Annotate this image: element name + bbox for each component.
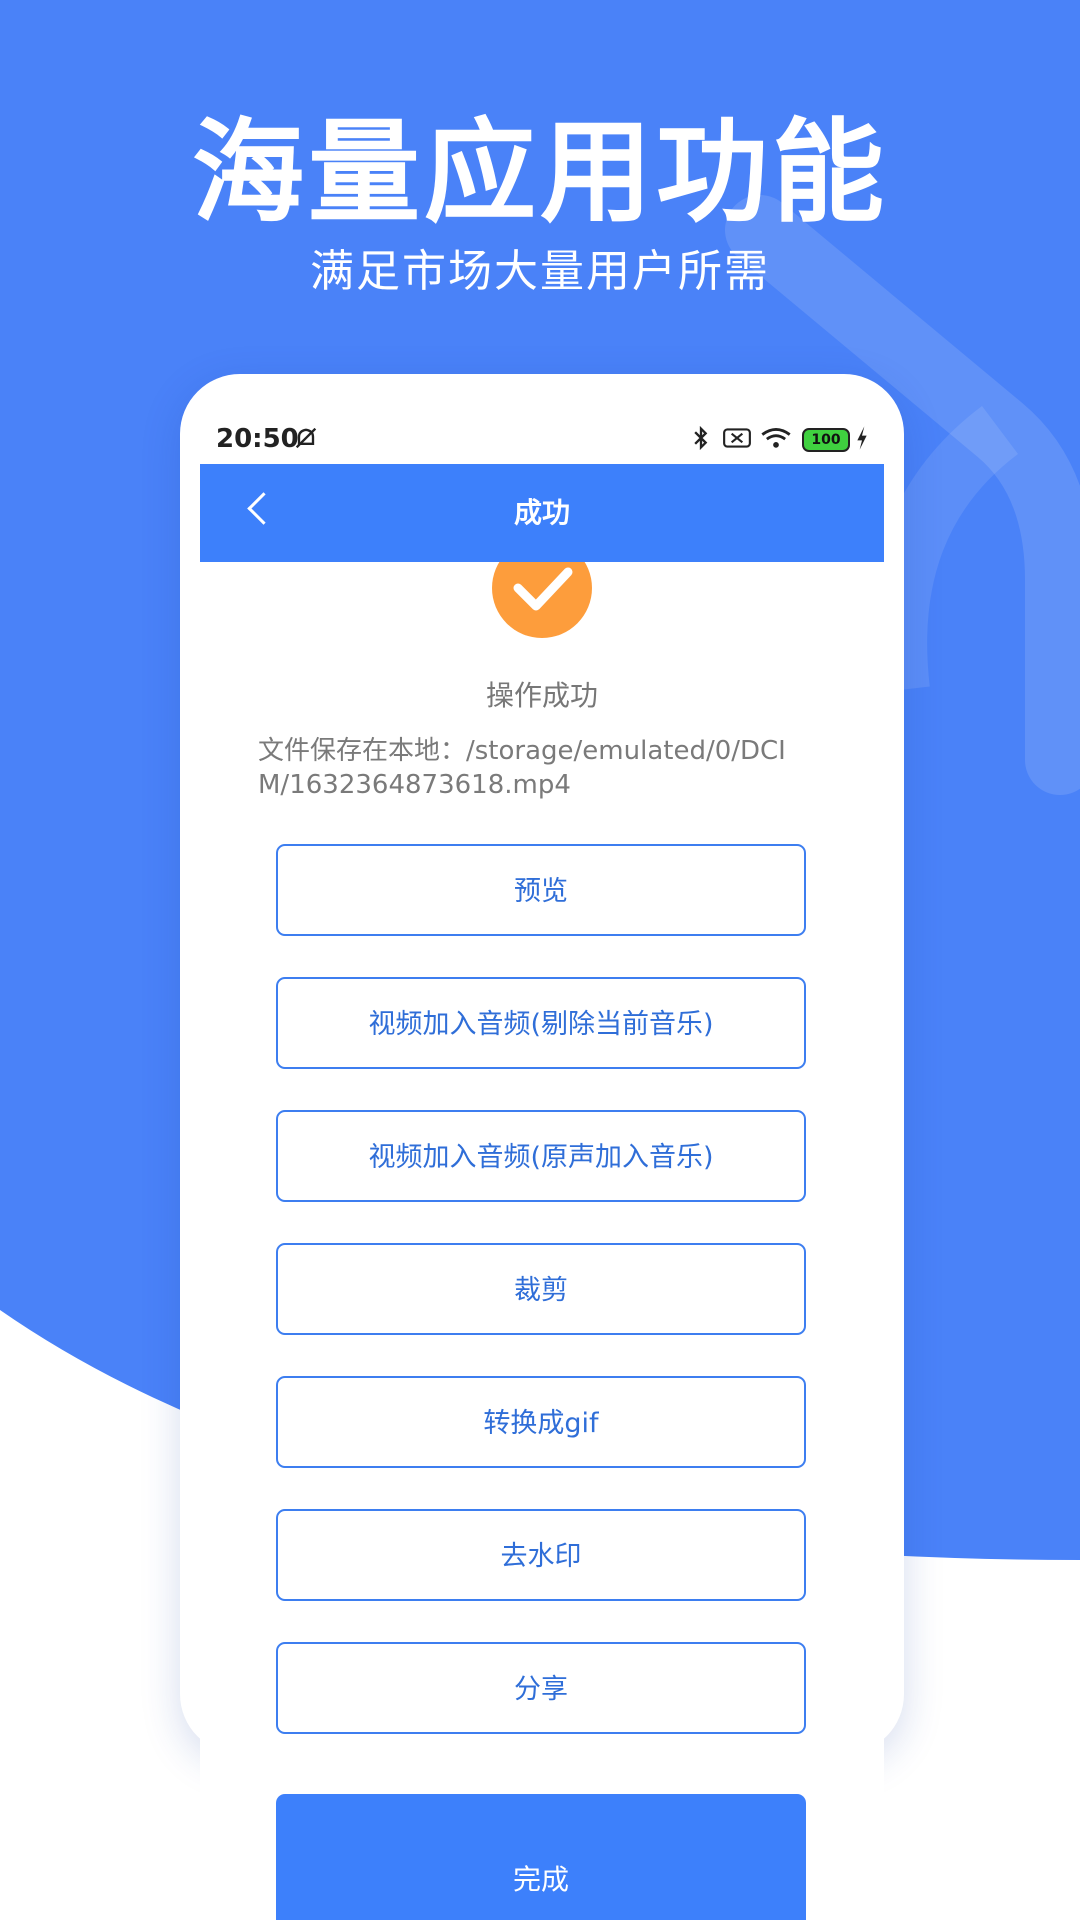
remove-watermark-button[interactable]: 去水印 [276, 1509, 806, 1601]
lightning-icon [854, 424, 870, 460]
bluetooth-icon [690, 424, 712, 460]
promo-title: 海量应用功能 [192, 108, 888, 238]
promo-subtitle: 满足市场大量用户所需 [310, 246, 770, 297]
add-audio-replace-button[interactable]: 视频加入音频(剔除当前音乐) [276, 977, 806, 1069]
file-path-text: 文件保存在本地：/storage/emulated/0/DCIM/1632364… [258, 736, 786, 800]
share-button[interactable]: 分享 [276, 1642, 806, 1734]
convert-gif-button[interactable]: 转换成gif [276, 1376, 806, 1468]
done-button[interactable]: 完成 [276, 1794, 806, 1920]
no-sim-icon [722, 424, 752, 460]
crop-button[interactable]: 裁剪 [276, 1243, 806, 1335]
add-audio-mix-button[interactable]: 视频加入音频(原声加入音乐) [276, 1110, 806, 1202]
bell-off-icon [292, 424, 320, 460]
app-bar: 成功 [200, 464, 884, 562]
status-bar: 20:50 100 [200, 420, 884, 464]
app-title: 成功 [513, 496, 570, 529]
preview-button[interactable]: 预览 [276, 844, 806, 936]
status-time: 20:50 [216, 424, 299, 454]
wifi-icon [760, 424, 792, 460]
success-message: 操作成功 [485, 679, 598, 712]
battery-indicator: 100 [802, 428, 850, 452]
promo-screen: 海量应用功能 满足市场大量用户所需 20:50 100 成功 操作成功 文件保存… [0, 0, 1080, 1920]
